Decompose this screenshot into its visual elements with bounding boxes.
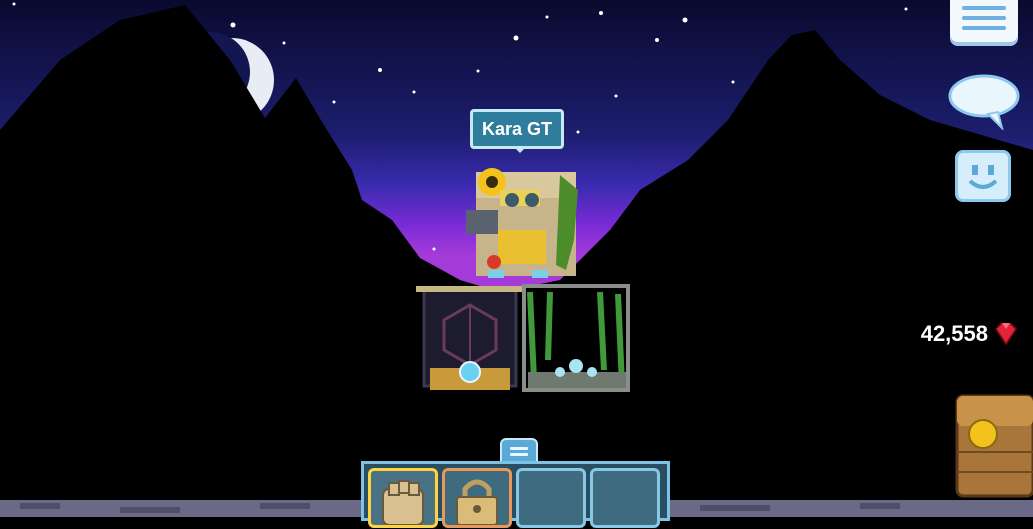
hotbar-slot-fist[interactable] (368, 468, 438, 528)
chat-bubble-icon (948, 74, 1020, 132)
emote-button[interactable] (955, 150, 1011, 202)
dark-lock-block[interactable] (416, 286, 524, 390)
gem-icon (995, 323, 1017, 345)
treasure-chest-icon (955, 394, 1033, 498)
gem-counter: 42,558 (898, 318, 1018, 350)
hotbar-slot-empty[interactable] (516, 468, 586, 528)
player-avatar[interactable] (466, 168, 578, 278)
hotbar-slot-lock[interactable] (442, 468, 512, 528)
treasure-chest-button[interactable] (955, 392, 1033, 500)
hotbar-slot-empty[interactable] (590, 468, 660, 528)
chat-button[interactable] (948, 74, 1020, 132)
name-tag-pointer (515, 148, 525, 153)
vine-frame-block[interactable] (522, 284, 630, 392)
hotbar (361, 461, 670, 528)
gem-count: 42,558 (920, 321, 988, 346)
player-name-tag: Kara GT (470, 109, 565, 149)
smiley-face-icon (968, 165, 998, 189)
menu-button[interactable] (950, 0, 1018, 46)
